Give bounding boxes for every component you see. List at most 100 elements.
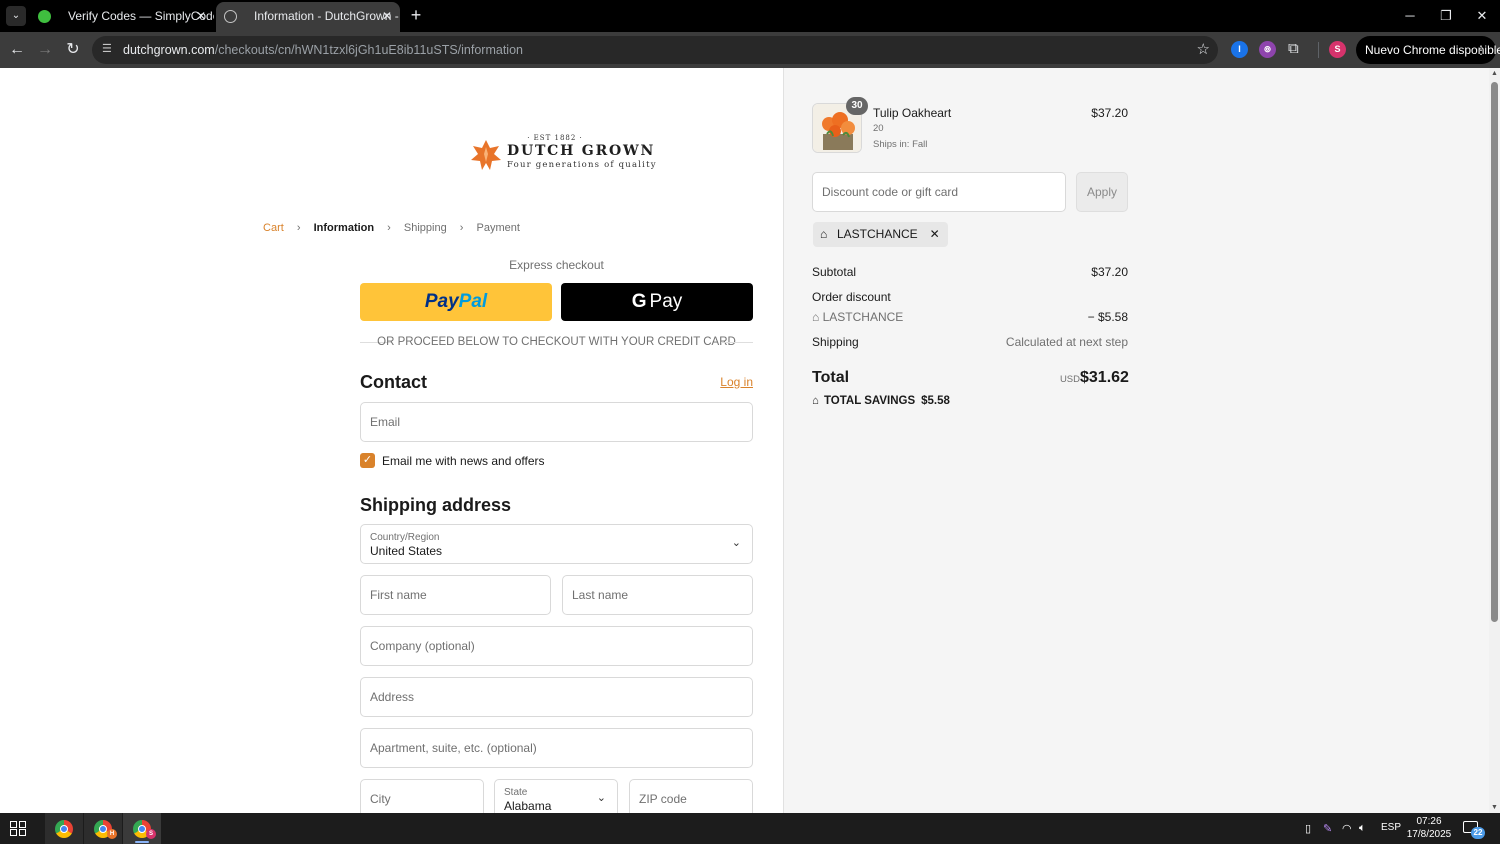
- remove-discount-icon[interactable]: ✕: [930, 222, 940, 247]
- savings-label: TOTAL SAVINGS: [823, 395, 916, 407]
- log-in-link[interactable]: Log in: [700, 375, 753, 389]
- minimize-icon[interactable]: ─: [1395, 5, 1425, 27]
- new-tab-button[interactable]: +: [405, 4, 427, 26]
- newsletter-label[interactable]: Email me with news and offers: [382, 454, 545, 468]
- apartment-placeholder: Apartment, suite, etc. (optional): [370, 741, 537, 755]
- newsletter-checkbox[interactable]: ✓: [360, 453, 375, 468]
- chrome-update-button[interactable]: Nuevo Chrome disponible ⋮: [1356, 36, 1500, 64]
- chevron-down-icon: ⌄: [596, 792, 606, 804]
- state-select[interactable]: State Alabama ⌄: [494, 779, 618, 813]
- restore-icon[interactable]: ❐: [1431, 5, 1461, 27]
- close-window-icon[interactable]: ✕: [1467, 5, 1497, 27]
- scroll-up-icon[interactable]: ▲: [1489, 70, 1500, 77]
- profile-avatar[interactable]: S: [1329, 41, 1346, 58]
- wifi-icon[interactable]: ◠: [1342, 822, 1352, 835]
- product-price: $37.20: [1091, 106, 1128, 120]
- discount-value: − $5.58: [1087, 310, 1128, 324]
- dutchgrown-logo[interactable]: · EST 1882 · DUTCH GROWN Four generation…: [470, 134, 656, 174]
- contact-heading: Contact: [360, 372, 427, 392]
- notification-center-icon[interactable]: 22: [1463, 820, 1485, 839]
- first-name-field[interactable]: First name: [360, 575, 551, 615]
- forward-icon[interactable]: →: [33, 38, 57, 62]
- taskbar-chrome-s[interactable]: S: [123, 813, 161, 844]
- page-scrollbar[interactable]: ▲ ▼: [1489, 68, 1500, 813]
- start-grid-icon[interactable]: [10, 821, 28, 837]
- subtotal-row: Subtotal $37.20: [812, 265, 1128, 281]
- tag-icon: ⌂: [812, 310, 823, 324]
- tab-title: Verify Codes — SimplyCodes: [68, 9, 214, 23]
- chevron-right-icon: ›: [296, 222, 301, 234]
- tab-dutchgrown[interactable]: Information - DutchGrown - Ch ✕: [216, 2, 400, 32]
- tab-search-chevron-icon[interactable]: ⌄: [6, 6, 26, 26]
- shipping-label: Shipping: [812, 335, 859, 349]
- country-select[interactable]: Country/Region United States ⌄: [360, 524, 753, 564]
- site-info-icon[interactable]: ☰: [102, 42, 116, 56]
- email-field[interactable]: Email: [360, 402, 753, 442]
- apply-discount-button[interactable]: Apply: [1076, 172, 1128, 212]
- breadcrumb-shipping: Shipping: [403, 222, 447, 234]
- company-placeholder: Company (optional): [370, 639, 475, 653]
- google-pay-button[interactable]: G Pay: [561, 283, 753, 321]
- quantity-badge: 30: [846, 97, 868, 115]
- bookmark-star-icon[interactable]: ☆: [1197, 40, 1210, 60]
- divider-line: [721, 342, 753, 343]
- shipping-row: Shipping Calculated at next step: [812, 335, 1128, 351]
- shipping-value: Calculated at next step: [1005, 335, 1128, 349]
- taskbar-chrome-h[interactable]: H: [84, 813, 122, 844]
- volume-icon[interactable]: 🔈︎: [1359, 822, 1366, 835]
- globe-icon: [224, 10, 237, 23]
- zip-field[interactable]: ZIP code: [629, 779, 753, 813]
- address-field[interactable]: Address: [360, 677, 753, 717]
- notification-count: 22: [1471, 827, 1485, 839]
- taskbar: H S ▯ ✎ ◠ 🔈︎ ESP 07:26 17/8/2025 22: [0, 813, 1500, 844]
- city-field[interactable]: City: [360, 779, 484, 813]
- extensions-puzzle-icon[interactable]: ⧉: [1288, 39, 1306, 59]
- paypal-button[interactable]: PayPal: [360, 283, 552, 321]
- savings-value: $5.58: [921, 395, 950, 407]
- back-icon[interactable]: ←: [5, 38, 29, 62]
- applied-code-text: LASTCHANCE: [837, 227, 918, 241]
- total-value: $31.62: [1080, 369, 1129, 386]
- breadcrumb-cart[interactable]: Cart: [263, 222, 284, 234]
- clock[interactable]: 07:26 17/8/2025: [1402, 815, 1456, 841]
- paypal-wordmark-pay: Pay: [424, 291, 459, 312]
- page-viewport: · EST 1882 · DUTCH GROWN Four generation…: [0, 68, 1500, 813]
- close-tab-icon[interactable]: ✕: [382, 2, 392, 30]
- tab-simplycodes[interactable]: Verify Codes — SimplyCodes ✕: [30, 2, 214, 32]
- pen-icon[interactable]: ✎: [1323, 822, 1332, 835]
- apartment-field[interactable]: Apartment, suite, etc. (optional): [360, 728, 753, 768]
- subtotal-label: Subtotal: [812, 265, 857, 279]
- tab-title: Information - DutchGrown - Ch: [254, 9, 400, 23]
- logo-tagline: Four generations of quality: [507, 160, 657, 170]
- kebab-menu-icon[interactable]: ⋮: [1475, 36, 1487, 64]
- discount-code-line: ⌂ LASTCHANCE: [812, 310, 903, 324]
- purple-extension-icon[interactable]: ⊚: [1259, 41, 1276, 58]
- product-name: Tulip Oakheart: [873, 106, 952, 120]
- address-bar[interactable]: ☰ dutchgrown.com/checkouts/cn/hWN1tzxl6j…: [92, 36, 1218, 64]
- state-label: State: [504, 787, 528, 798]
- scrollbar-thumb[interactable]: [1491, 82, 1498, 622]
- gpay-label: Pay: [649, 291, 683, 312]
- profile-badge: S: [146, 829, 156, 839]
- discount-code-field[interactable]: Discount code or gift card: [812, 172, 1066, 212]
- close-tab-icon[interactable]: ✕: [196, 2, 206, 30]
- logo-est: · EST 1882 ·: [527, 134, 583, 142]
- discount-placeholder: Discount code or gift card: [822, 185, 959, 199]
- last-name-field[interactable]: Last name: [562, 575, 753, 615]
- google-g-icon: G: [631, 291, 647, 312]
- language-indicator[interactable]: ESP: [1381, 822, 1401, 833]
- password-manager-icon[interactable]: I: [1231, 41, 1248, 58]
- city-placeholder: City: [370, 792, 391, 806]
- chevron-right-icon: ›: [387, 222, 391, 234]
- taskbar-chrome[interactable]: [45, 813, 83, 844]
- scroll-down-icon[interactable]: ▼: [1489, 804, 1500, 811]
- chevron-right-icon: ›: [459, 222, 464, 234]
- tulip-leaf-logo-icon: [471, 140, 501, 170]
- url-text[interactable]: dutchgrown.com/checkouts/cn/hWN1tzxl6jGh…: [123, 36, 523, 64]
- shipping-address-heading: Shipping address: [360, 495, 512, 515]
- battery-icon[interactable]: ▯: [1305, 822, 1311, 835]
- reload-icon[interactable]: ↻: [61, 38, 85, 62]
- discount-code-row: ⌂ LASTCHANCE − $5.58: [812, 310, 1128, 326]
- last-name-placeholder: Last name: [572, 588, 629, 602]
- company-field[interactable]: Company (optional): [360, 626, 753, 666]
